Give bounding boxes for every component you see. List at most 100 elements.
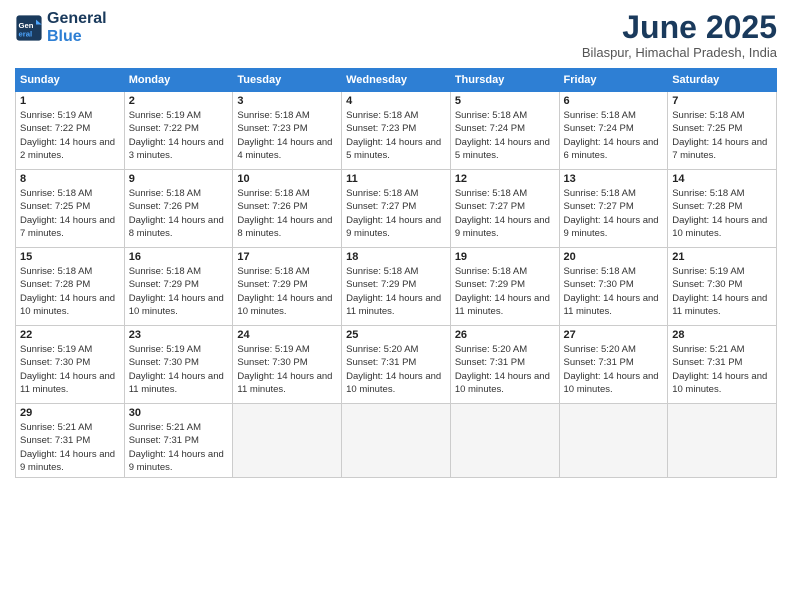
day-info: Sunrise: 5:18 AM Sunset: 7:27 PM Dayligh… [564, 187, 664, 240]
day-number: 15 [20, 251, 120, 263]
day-info: Sunrise: 5:18 AM Sunset: 7:24 PM Dayligh… [455, 109, 555, 162]
day-number: 30 [129, 407, 229, 419]
col-sunday: Sunday [16, 69, 125, 92]
day-cell: 30 Sunrise: 5:21 AM Sunset: 7:31 PM Dayl… [124, 404, 233, 478]
day-info: Sunrise: 5:18 AM Sunset: 7:29 PM Dayligh… [129, 265, 229, 318]
day-cell: 7 Sunrise: 5:18 AM Sunset: 7:25 PM Dayli… [668, 92, 777, 170]
calendar-week-row: 8 Sunrise: 5:18 AM Sunset: 7:25 PM Dayli… [16, 170, 777, 248]
day-info: Sunrise: 5:18 AM Sunset: 7:28 PM Dayligh… [20, 265, 120, 318]
day-number: 3 [237, 95, 337, 107]
day-cell: 8 Sunrise: 5:18 AM Sunset: 7:25 PM Dayli… [16, 170, 125, 248]
day-number: 1 [20, 95, 120, 107]
day-cell: 15 Sunrise: 5:18 AM Sunset: 7:28 PM Dayl… [16, 248, 125, 326]
logo-text-line1: General [47, 10, 107, 28]
logo-icon: Gen eral [15, 14, 43, 42]
day-cell: 24 Sunrise: 5:19 AM Sunset: 7:30 PM Dayl… [233, 326, 342, 404]
empty-cell [233, 404, 342, 478]
location: Bilaspur, Himachal Pradesh, India [582, 45, 777, 60]
day-cell: 28 Sunrise: 5:21 AM Sunset: 7:31 PM Dayl… [668, 326, 777, 404]
day-number: 2 [129, 95, 229, 107]
day-number: 7 [672, 95, 772, 107]
day-cell: 19 Sunrise: 5:18 AM Sunset: 7:29 PM Dayl… [450, 248, 559, 326]
day-cell: 5 Sunrise: 5:18 AM Sunset: 7:24 PM Dayli… [450, 92, 559, 170]
day-info: Sunrise: 5:19 AM Sunset: 7:30 PM Dayligh… [237, 343, 337, 396]
day-cell: 21 Sunrise: 5:19 AM Sunset: 7:30 PM Dayl… [668, 248, 777, 326]
day-info: Sunrise: 5:19 AM Sunset: 7:30 PM Dayligh… [672, 265, 772, 318]
day-cell: 12 Sunrise: 5:18 AM Sunset: 7:27 PM Dayl… [450, 170, 559, 248]
logo-text-line2: Blue [47, 28, 107, 46]
day-info: Sunrise: 5:18 AM Sunset: 7:26 PM Dayligh… [237, 187, 337, 240]
day-cell: 20 Sunrise: 5:18 AM Sunset: 7:30 PM Dayl… [559, 248, 668, 326]
title-block: June 2025 Bilaspur, Himachal Pradesh, In… [582, 10, 777, 60]
day-info: Sunrise: 5:18 AM Sunset: 7:27 PM Dayligh… [455, 187, 555, 240]
col-monday: Monday [124, 69, 233, 92]
day-number: 6 [564, 95, 664, 107]
empty-cell [342, 404, 451, 478]
day-cell: 4 Sunrise: 5:18 AM Sunset: 7:23 PM Dayli… [342, 92, 451, 170]
day-cell: 17 Sunrise: 5:18 AM Sunset: 7:29 PM Dayl… [233, 248, 342, 326]
col-wednesday: Wednesday [342, 69, 451, 92]
day-number: 22 [20, 329, 120, 341]
day-cell: 26 Sunrise: 5:20 AM Sunset: 7:31 PM Dayl… [450, 326, 559, 404]
day-cell: 2 Sunrise: 5:19 AM Sunset: 7:22 PM Dayli… [124, 92, 233, 170]
day-cell: 25 Sunrise: 5:20 AM Sunset: 7:31 PM Dayl… [342, 326, 451, 404]
day-info: Sunrise: 5:18 AM Sunset: 7:25 PM Dayligh… [672, 109, 772, 162]
day-number: 25 [346, 329, 446, 341]
day-cell: 6 Sunrise: 5:18 AM Sunset: 7:24 PM Dayli… [559, 92, 668, 170]
col-saturday: Saturday [668, 69, 777, 92]
day-cell: 13 Sunrise: 5:18 AM Sunset: 7:27 PM Dayl… [559, 170, 668, 248]
day-number: 28 [672, 329, 772, 341]
day-number: 26 [455, 329, 555, 341]
day-number: 13 [564, 173, 664, 185]
day-number: 4 [346, 95, 446, 107]
day-number: 29 [20, 407, 120, 419]
calendar-week-row: 29 Sunrise: 5:21 AM Sunset: 7:31 PM Dayl… [16, 404, 777, 478]
day-number: 19 [455, 251, 555, 263]
day-number: 10 [237, 173, 337, 185]
empty-cell [559, 404, 668, 478]
day-cell: 22 Sunrise: 5:19 AM Sunset: 7:30 PM Dayl… [16, 326, 125, 404]
day-info: Sunrise: 5:19 AM Sunset: 7:30 PM Dayligh… [20, 343, 120, 396]
day-info: Sunrise: 5:18 AM Sunset: 7:26 PM Dayligh… [129, 187, 229, 240]
day-cell: 23 Sunrise: 5:19 AM Sunset: 7:30 PM Dayl… [124, 326, 233, 404]
day-info: Sunrise: 5:18 AM Sunset: 7:29 PM Dayligh… [237, 265, 337, 318]
day-info: Sunrise: 5:20 AM Sunset: 7:31 PM Dayligh… [346, 343, 446, 396]
day-info: Sunrise: 5:21 AM Sunset: 7:31 PM Dayligh… [129, 421, 229, 474]
day-info: Sunrise: 5:18 AM Sunset: 7:29 PM Dayligh… [455, 265, 555, 318]
day-number: 17 [237, 251, 337, 263]
day-info: Sunrise: 5:21 AM Sunset: 7:31 PM Dayligh… [672, 343, 772, 396]
day-number: 27 [564, 329, 664, 341]
day-info: Sunrise: 5:18 AM Sunset: 7:29 PM Dayligh… [346, 265, 446, 318]
day-info: Sunrise: 5:18 AM Sunset: 7:23 PM Dayligh… [346, 109, 446, 162]
day-cell: 1 Sunrise: 5:19 AM Sunset: 7:22 PM Dayli… [16, 92, 125, 170]
day-info: Sunrise: 5:20 AM Sunset: 7:31 PM Dayligh… [564, 343, 664, 396]
day-cell: 27 Sunrise: 5:20 AM Sunset: 7:31 PM Dayl… [559, 326, 668, 404]
day-info: Sunrise: 5:21 AM Sunset: 7:31 PM Dayligh… [20, 421, 120, 474]
col-friday: Friday [559, 69, 668, 92]
day-cell: 10 Sunrise: 5:18 AM Sunset: 7:26 PM Dayl… [233, 170, 342, 248]
day-number: 12 [455, 173, 555, 185]
day-info: Sunrise: 5:19 AM Sunset: 7:22 PM Dayligh… [20, 109, 120, 162]
day-number: 11 [346, 173, 446, 185]
header: Gen eral General Blue June 2025 Bilaspur… [15, 10, 777, 60]
day-number: 8 [20, 173, 120, 185]
empty-cell [668, 404, 777, 478]
day-number: 18 [346, 251, 446, 263]
col-thursday: Thursday [450, 69, 559, 92]
day-info: Sunrise: 5:18 AM Sunset: 7:30 PM Dayligh… [564, 265, 664, 318]
day-number: 9 [129, 173, 229, 185]
svg-text:eral: eral [19, 29, 33, 38]
day-cell: 14 Sunrise: 5:18 AM Sunset: 7:28 PM Dayl… [668, 170, 777, 248]
calendar: Sunday Monday Tuesday Wednesday Thursday… [15, 68, 777, 478]
day-number: 24 [237, 329, 337, 341]
day-number: 23 [129, 329, 229, 341]
day-info: Sunrise: 5:19 AM Sunset: 7:22 PM Dayligh… [129, 109, 229, 162]
empty-cell [450, 404, 559, 478]
day-number: 16 [129, 251, 229, 263]
logo: Gen eral General Blue [15, 10, 107, 45]
day-cell: 16 Sunrise: 5:18 AM Sunset: 7:29 PM Dayl… [124, 248, 233, 326]
month-title: June 2025 [582, 10, 777, 45]
day-info: Sunrise: 5:19 AM Sunset: 7:30 PM Dayligh… [129, 343, 229, 396]
day-cell: 9 Sunrise: 5:18 AM Sunset: 7:26 PM Dayli… [124, 170, 233, 248]
day-number: 5 [455, 95, 555, 107]
